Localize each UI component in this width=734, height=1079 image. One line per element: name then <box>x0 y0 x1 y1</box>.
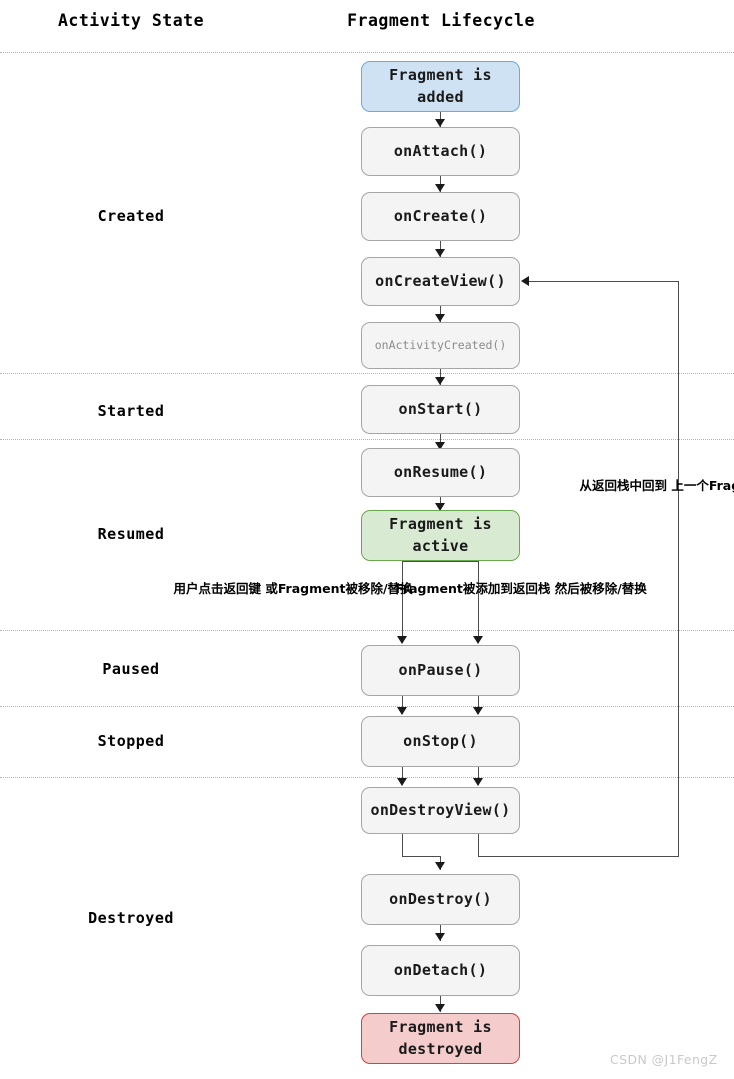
node-on-start[interactable]: onStart() <box>361 385 520 434</box>
state-label-started: Started <box>97 402 165 420</box>
node-on-create[interactable]: onCreate() <box>361 192 520 241</box>
annotation-back-stack-line1: Fragment被添加到返回栈 <box>395 581 551 596</box>
connector-back-branch <box>402 561 403 643</box>
node-fragment-destroyed-line2: destroyed <box>398 1039 483 1058</box>
node-fragment-active[interactable]: Fragment is active <box>361 510 520 561</box>
node-fragment-destroyed-line1: Fragment is <box>389 1017 492 1036</box>
connector-restore-across-bottom <box>478 856 679 857</box>
connector-restore-to-createview <box>529 281 679 282</box>
arrowhead-pause-right <box>473 636 483 644</box>
arrowhead-stop-left <box>397 707 407 715</box>
arrowhead-start <box>435 377 445 385</box>
node-on-create-view[interactable]: onCreateView() <box>361 257 520 306</box>
arrowhead-pause-left <box>397 636 407 644</box>
node-on-attach[interactable]: onAttach() <box>361 127 520 176</box>
divider-resumed <box>0 630 734 631</box>
header-activity-state: Activity State <box>57 11 205 30</box>
state-label-created: Created <box>97 207 165 225</box>
node-on-destroy-view-label: onDestroyView() <box>370 800 511 819</box>
connector-destroyview-left-elbow <box>402 856 441 857</box>
arrowhead-destroyview-right <box>473 778 483 786</box>
arrowhead-activitycreated <box>435 314 445 322</box>
annotation-back-pressed-line1: 用户点击返回键 <box>173 581 261 596</box>
annotation-back-pressed-line2: 或Fragment被移除/替换 <box>265 581 413 596</box>
fragment-lifecycle-diagram: Activity State Fragment Lifecycle Create… <box>0 0 734 1079</box>
connector-restore-up <box>678 281 679 857</box>
arrowhead-destroy <box>435 862 445 870</box>
connector-active-split <box>402 561 479 562</box>
divider-created <box>0 373 734 374</box>
node-on-create-label: onCreate() <box>393 206 488 225</box>
state-label-resumed: Resumed <box>97 525 165 543</box>
annotation-back-stack-line2: 然后被移除/替换 <box>554 581 647 596</box>
arrowhead-create <box>435 184 445 192</box>
divider-paused <box>0 706 734 707</box>
connector-backstack-branch <box>478 561 479 643</box>
node-fragment-added-line1: Fragment is <box>389 65 492 84</box>
arrowhead-destroyed <box>435 1004 445 1012</box>
node-on-destroy[interactable]: onDestroy() <box>361 874 520 925</box>
node-fragment-active-line1: Fragment is <box>389 514 492 533</box>
node-fragment-added[interactable]: Fragment is added <box>361 61 520 112</box>
node-fragment-destroyed[interactable]: Fragment is destroyed <box>361 1013 520 1064</box>
divider-top <box>0 52 734 53</box>
header-fragment-lifecycle: Fragment Lifecycle <box>347 11 535 30</box>
watermark: CSDN @J1FengZ <box>610 1052 718 1067</box>
node-fragment-added-line2: added <box>417 87 464 106</box>
node-on-activity-created-label: onActivityCreated() <box>374 338 507 353</box>
node-fragment-active-line2: active <box>412 536 469 555</box>
divider-stopped <box>0 777 734 778</box>
node-on-resume-label: onResume() <box>393 462 488 481</box>
state-label-destroyed: Destroyed <box>88 909 174 927</box>
arrowhead-createview-return <box>521 276 529 286</box>
node-on-detach[interactable]: onDetach() <box>361 945 520 996</box>
connector-destroyview-left-down <box>402 834 403 856</box>
connector-restore-down <box>478 834 479 856</box>
annotation-back-pressed: 用户点击返回键 或Fragment被移除/替换 <box>173 580 412 598</box>
node-on-resume[interactable]: onResume() <box>361 448 520 497</box>
node-on-start-label: onStart() <box>398 399 483 418</box>
state-label-stopped: Stopped <box>97 732 165 750</box>
node-on-pause[interactable]: onPause() <box>361 645 520 696</box>
node-on-detach-label: onDetach() <box>393 960 488 979</box>
node-on-stop-label: onStop() <box>403 731 478 750</box>
node-on-pause-label: onPause() <box>398 660 483 679</box>
annotation-restore-line1: 从返回栈中回到 <box>579 478 667 493</box>
arrowhead-detach <box>435 933 445 941</box>
node-on-stop[interactable]: onStop() <box>361 716 520 767</box>
arrowhead-createview <box>435 249 445 257</box>
annotation-restore: 从返回栈中回到 上一个Fragment <box>579 477 734 495</box>
annotation-back-stack: Fragment被添加到返回栈 然后被移除/替换 <box>395 580 647 598</box>
node-on-attach-label: onAttach() <box>393 141 488 160</box>
node-on-destroy-view[interactable]: onDestroyView() <box>361 787 520 834</box>
node-on-create-view-label: onCreateView() <box>375 271 506 290</box>
node-on-activity-created[interactable]: onActivityCreated() <box>361 322 520 369</box>
divider-started <box>0 439 734 440</box>
annotation-restore-line2: 上一个Fragment <box>671 478 734 493</box>
arrowhead-attach <box>435 119 445 127</box>
node-on-destroy-label: onDestroy() <box>389 889 492 908</box>
state-label-paused: Paused <box>102 660 160 678</box>
arrowhead-destroyview-left <box>397 778 407 786</box>
arrowhead-stop-right <box>473 707 483 715</box>
